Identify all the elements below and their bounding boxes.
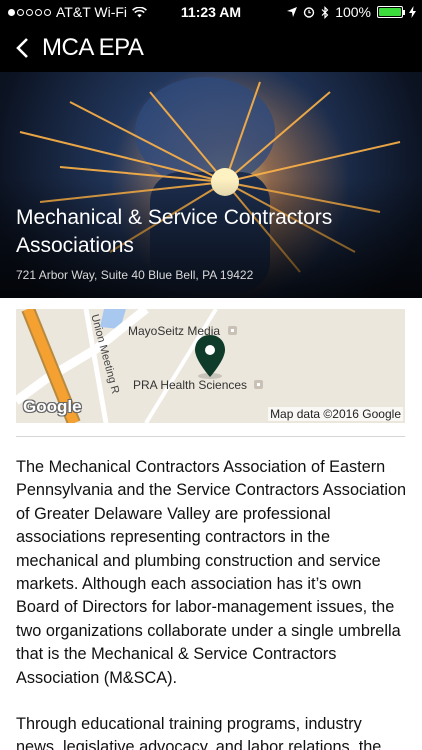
map-place-pra[interactable]: PRA Health Sciences — [133, 378, 247, 392]
organization-address[interactable]: 721 Arbor Way, Suite 40 Blue Bell, PA 19… — [16, 268, 253, 282]
location-map[interactable]: Union Meeting R MayoSeitz Media PRA Heal… — [16, 309, 405, 423]
organization-name: Mechanical & Service Contractors Associa… — [16, 206, 333, 257]
poi-marker-icon — [254, 380, 263, 389]
description-paragraph-1: The Mechanical Contractors Association o… — [16, 458, 407, 687]
status-bar: AT&T Wi-Fi 11:23 AM 100% — [0, 0, 422, 24]
bluetooth-icon — [321, 5, 329, 19]
google-logo: Google — [23, 397, 82, 416]
map-attribution[interactable]: Map data ©2016 Google — [268, 407, 403, 421]
status-right: 100% — [287, 4, 416, 20]
location-arrow-icon — [287, 7, 298, 17]
organization-description: The Mechanical Contractors Association o… — [16, 456, 408, 750]
battery-percent: 100% — [335, 4, 371, 20]
navigation-bar: MCA EPA — [0, 24, 422, 72]
page-title: MCA EPA — [42, 34, 144, 61]
chevron-left-icon — [16, 38, 28, 58]
hero-banner: Mechanical & Service Contractors Associa… — [0, 72, 422, 298]
alarm-icon — [303, 7, 315, 18]
section-divider — [16, 436, 405, 437]
battery-icon — [377, 6, 405, 18]
poi-marker-icon — [228, 326, 237, 335]
map-pin-icon[interactable] — [194, 335, 226, 379]
charging-bolt-icon — [409, 6, 416, 18]
description-paragraph-2: Through educational training programs, i… — [16, 715, 382, 750]
back-button[interactable] — [8, 32, 36, 64]
